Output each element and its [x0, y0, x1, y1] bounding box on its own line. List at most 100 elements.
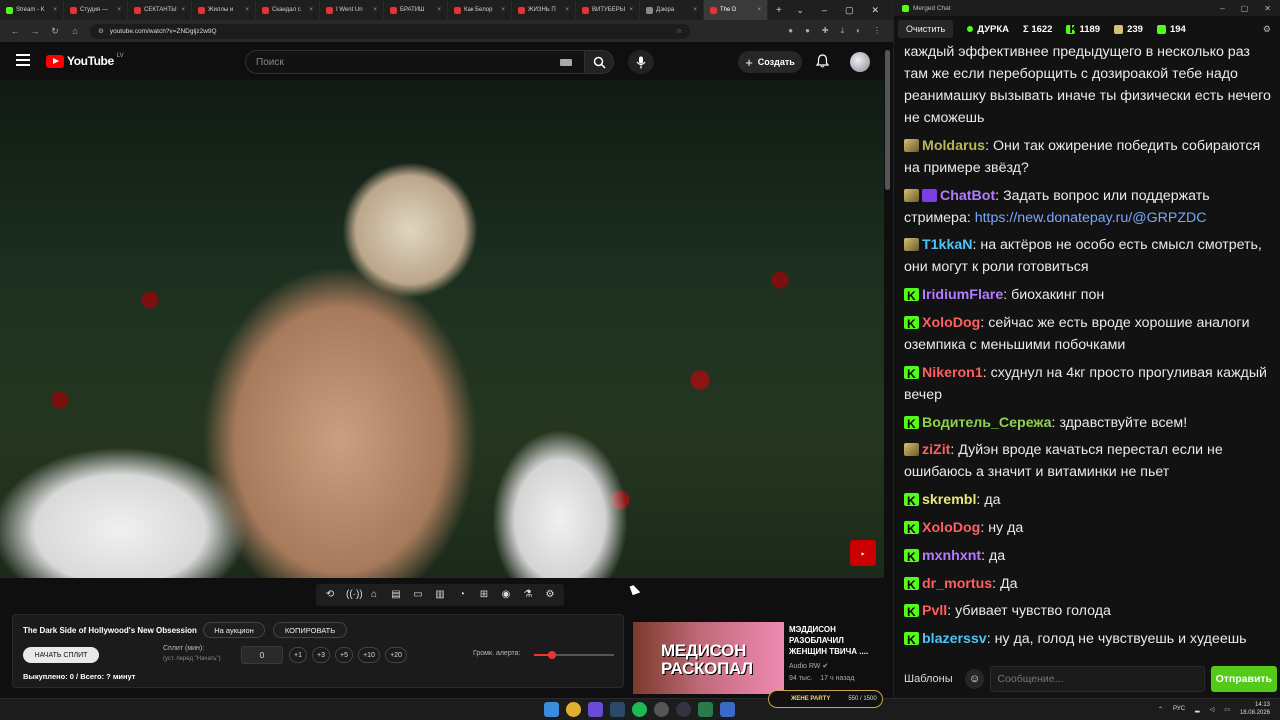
chat-username[interactable]: Pvll [922, 603, 947, 619]
increment-button[interactable]: +20 [385, 647, 407, 663]
browser-tab[interactable]: ВИТУБЕРЫ × [576, 0, 640, 20]
maximize-icon[interactable]: ▢ [1241, 4, 1249, 13]
settings-gear-icon[interactable]: ⚙ [1263, 24, 1271, 35]
subscribe-watermark-icon[interactable]: ▶ [850, 540, 876, 566]
browser-tab[interactable]: The D × [704, 0, 768, 20]
app-icon[interactable] [698, 702, 713, 717]
discord-icon[interactable] [588, 702, 603, 717]
subtitles-icon[interactable]: ▥ [434, 589, 446, 601]
add-icon[interactable]: ⊞ [478, 589, 490, 601]
broadcast-icon[interactable]: ((·)) [346, 589, 363, 601]
tab-close-icon[interactable]: × [53, 7, 57, 13]
frame-icon[interactable]: ▭ [412, 589, 424, 601]
notifications-button[interactable] [815, 54, 830, 73]
chat-username[interactable]: T1kkaN [922, 237, 972, 253]
chat-username[interactable]: IridiumFlare [922, 287, 1003, 303]
chrome-icon[interactable] [566, 702, 581, 717]
menu-icon[interactable] [16, 54, 30, 66]
browser-tab[interactable]: СЕКТАНТЫ × [128, 0, 192, 20]
reload-icon[interactable]: ↻ [50, 26, 60, 37]
tab-close-icon[interactable]: × [245, 7, 249, 13]
browser-tab[interactable]: Как Белор × [448, 0, 512, 20]
tab-close-icon[interactable]: × [501, 7, 505, 13]
tab-close-icon[interactable]: × [437, 7, 441, 13]
send-button[interactable]: Отправить [1210, 666, 1277, 692]
app-icon[interactable] [720, 702, 735, 717]
message-input[interactable]: Сообщение... [990, 666, 1205, 692]
clock[interactable]: 14:13 18.08.2026 [1240, 701, 1270, 717]
minimize-icon[interactable]: – [822, 5, 827, 15]
minimize-icon[interactable]: – [1220, 4, 1224, 13]
back-icon[interactable]: ← [10, 26, 20, 36]
video-thumbnail[interactable]: МЕДИСОН РАСКОПАЛ [633, 622, 784, 694]
chat-username[interactable]: blazerssv [922, 631, 987, 647]
chat-username[interactable]: Moldarus [922, 138, 985, 154]
chat-username[interactable]: dr_mortus [922, 576, 992, 592]
extension-icon[interactable]: ● [805, 26, 810, 36]
browser-tab[interactable]: БРАТИШ × [384, 0, 448, 20]
browser-tab[interactable]: Скандал с × [256, 0, 320, 20]
network-icon[interactable]: ▂ [1195, 706, 1200, 713]
increment-button[interactable]: +3 [312, 647, 330, 663]
maximize-icon[interactable]: ▢ [845, 5, 854, 16]
language-indicator[interactable]: РУС [1173, 706, 1185, 712]
home-icon[interactable]: ⌂ [70, 26, 80, 36]
gear-icon[interactable]: ⚙ [544, 589, 556, 601]
clear-button[interactable]: Очистить [898, 20, 954, 38]
browser-menu-icon[interactable]: ⋮ [873, 26, 881, 36]
video-player[interactable]: ▶ [0, 80, 884, 578]
bookmark-icon[interactable]: ☆ [676, 27, 690, 35]
browser-tab[interactable]: ЖИЗНЬ П × [512, 0, 576, 20]
new-tab-button[interactable]: + [768, 5, 790, 16]
emoji-icon[interactable]: ☺ [964, 669, 985, 689]
flask-icon[interactable]: ⚗ [522, 589, 534, 601]
tab-close-icon[interactable]: × [181, 7, 185, 13]
tab-close-icon[interactable]: × [693, 7, 697, 13]
tag-icon[interactable]: ⌂ [368, 589, 380, 601]
scrollbar[interactable] [885, 50, 890, 190]
increment-button[interactable]: +1 [289, 647, 307, 663]
browser-tab[interactable]: Дзюра × [640, 0, 704, 20]
obs-icon[interactable] [676, 702, 691, 717]
start-split-button[interactable]: НАЧАТЬ СПЛИТ [23, 647, 99, 663]
chat-username[interactable]: Nikeron1 [922, 365, 983, 381]
close-icon[interactable]: ✕ [1264, 4, 1271, 13]
chat-username[interactable]: Водитель_Сережа [922, 415, 1052, 431]
download-icon[interactable]: ⤓ [841, 26, 845, 36]
templates-button[interactable]: Шаблоны [898, 673, 959, 685]
url-field[interactable]: ⚙ youtube.com/watch?v=ZNDgljz2w9Q ☆ [90, 23, 690, 39]
youtube-logo[interactable]: YouTube LV [46, 53, 124, 68]
battery-icon[interactable]: ▭ [1224, 706, 1230, 713]
tab-close-icon[interactable]: × [757, 7, 761, 13]
increment-button[interactable]: +10 [358, 647, 380, 663]
tab-close-icon[interactable]: × [565, 7, 569, 13]
tab-close-icon[interactable]: × [309, 7, 313, 13]
avatar[interactable] [850, 52, 870, 72]
camera-icon[interactable]: ◉ [500, 589, 512, 601]
search-input[interactable]: Поиск [245, 50, 585, 74]
split-minutes-input[interactable]: 0 [241, 646, 283, 664]
auction-button[interactable]: На аукцион [203, 622, 265, 638]
profile-icon[interactable]: ◐ [856, 26, 861, 36]
channel-name[interactable]: Audio RW ✔ [789, 662, 828, 670]
close-icon[interactable]: ✕ [871, 5, 879, 16]
extension-icon[interactable]: ● [788, 26, 793, 36]
extensions-puzzle-icon[interactable]: ✚ [822, 26, 829, 36]
start-icon[interactable] [544, 702, 559, 717]
browser-tab[interactable]: I Went Un × [320, 0, 384, 20]
chat-username[interactable]: XoloDog [922, 315, 980, 331]
increment-button[interactable]: +5 [335, 647, 353, 663]
clapper-icon[interactable]: ▤ [390, 589, 402, 601]
browser-tab[interactable]: Stream - K × [0, 0, 64, 20]
chat-username[interactable]: XoloDog [922, 520, 980, 536]
tab-close-icon[interactable]: × [117, 7, 121, 13]
alert-volume-slider[interactable] [534, 651, 614, 659]
tab-close-icon[interactable]: × [629, 7, 633, 13]
search-button[interactable] [584, 50, 614, 74]
chat-username[interactable]: ChatBot [940, 188, 995, 204]
forward-icon[interactable]: → [30, 26, 40, 36]
alert-volume-thumb[interactable] [547, 651, 556, 659]
site-info-icon[interactable]: ⚙ [98, 27, 104, 35]
browser-tab[interactable]: Студия — × [64, 0, 128, 20]
tab-search-icon[interactable]: ⌄ [796, 5, 804, 16]
